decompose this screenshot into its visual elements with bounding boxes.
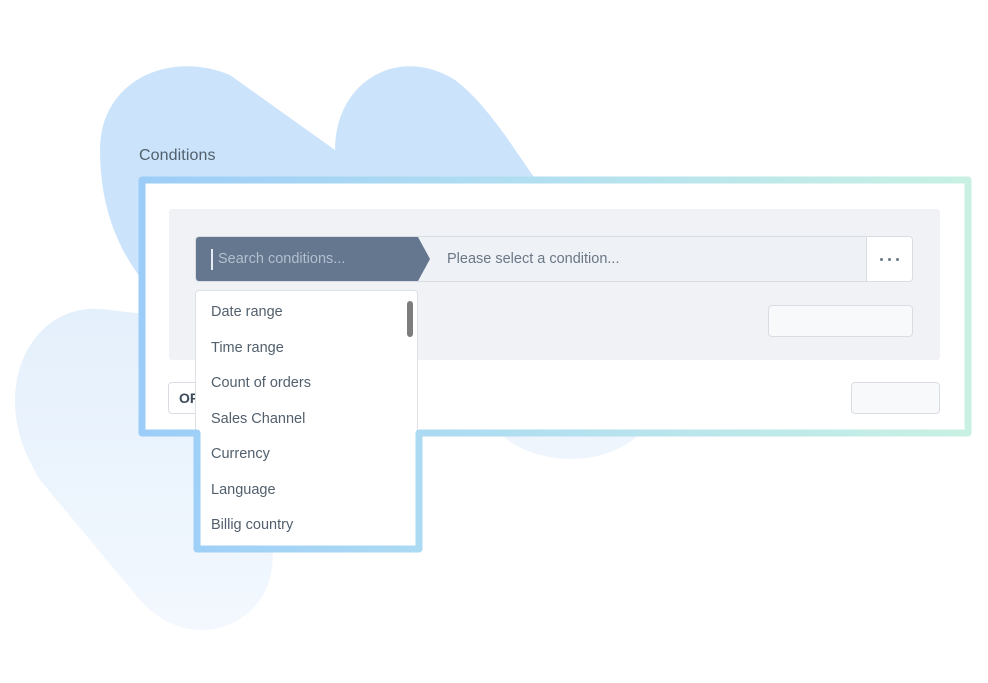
text-caret — [211, 249, 213, 270]
search-conditions-input[interactable] — [216, 237, 418, 281]
condition-select-placeholder[interactable]: Please select a condition... — [447, 237, 620, 281]
dropdown-item[interactable]: Sales Channel — [211, 411, 305, 427]
dropdown-item[interactable]: Language — [211, 482, 276, 498]
section-title: Conditions — [139, 147, 216, 164]
stage: Conditions Please select a condition... … — [0, 0, 988, 683]
condition-row: Please select a condition... — [195, 236, 913, 282]
dropdown-item[interactable]: Count of orders — [211, 375, 311, 391]
ellipsis-dot — [888, 257, 891, 261]
dropdown-item[interactable]: Date range — [211, 304, 283, 320]
blob-center — [500, 433, 640, 459]
search-segment[interactable] — [196, 237, 436, 281]
add-condition-button[interactable] — [851, 382, 940, 414]
dropdown-item[interactable]: Time range — [211, 340, 284, 356]
dropdown-item[interactable]: Billig country — [211, 517, 293, 533]
ellipsis-horizontal-icon — [880, 257, 883, 261]
dropdown-item[interactable]: Currency — [211, 446, 270, 462]
condition-value-field[interactable] — [768, 305, 913, 337]
ellipsis-dot — [896, 257, 899, 261]
conditions-dropdown: Date range Time range Count of orders Sa… — [195, 290, 418, 548]
dropdown-scrollbar[interactable] — [407, 301, 413, 337]
more-options-button[interactable] — [866, 237, 912, 281]
